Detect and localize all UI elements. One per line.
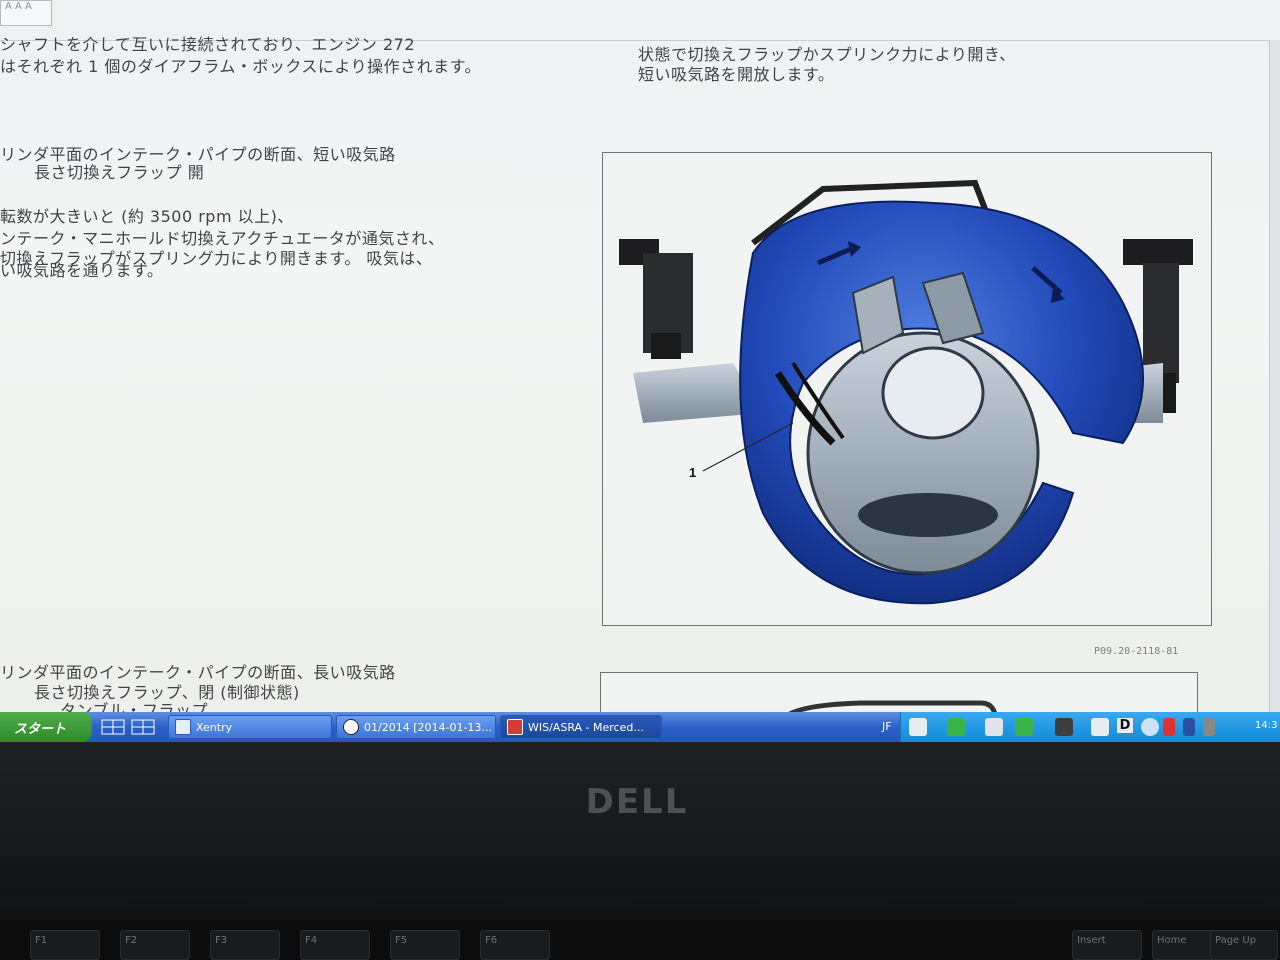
key-f4[interactable]: F4 (300, 930, 370, 960)
key-page-up[interactable]: Page Up (1210, 930, 1278, 960)
left-text-line: シャフトを介して互いに接続されており、エンジン 272 (0, 35, 416, 54)
right-text-line: 短い吸気路を開放します。 (638, 65, 835, 84)
alert-icon[interactable] (1163, 718, 1175, 736)
xentry-icon (175, 719, 191, 735)
security-icon[interactable] (1183, 718, 1195, 736)
taskbar-item-wis-asra[interactable]: WIS/ASRA - Merced... (500, 715, 662, 739)
paragraph-line: ンテーク・マニホールド切換えアクチュエータが通気され、 (0, 229, 445, 248)
task-label: WIS/ASRA - Merced... (528, 720, 644, 734)
key-f6[interactable]: F6 (480, 930, 550, 960)
grid-icon[interactable] (96, 717, 162, 737)
volume-icon[interactable] (1203, 718, 1215, 736)
laptop-screen: A A A シャフトを介して互いに接続されており、エンジン 272 はそれぞれ … (0, 0, 1280, 750)
section-heading: リンダ平面のインテーク・パイプの断面、長い吸気路 (0, 663, 396, 682)
taskbar: スタート Xentry 01/2014 [2014-01-13... WIS/A… (0, 712, 1280, 742)
system-tray: D 14:3 (900, 712, 1280, 742)
left-text-line: はそれぞれ 1 個のダイアフラム・ボックスにより操作されます。 (0, 57, 481, 76)
dell-logo: DELL (585, 782, 689, 822)
key-f1[interactable]: F1 (30, 930, 100, 960)
clock: 14:3 (1255, 720, 1278, 731)
language-indicator[interactable]: JF (882, 720, 892, 733)
tray-green-icon-2[interactable] (1015, 718, 1033, 736)
key-f5[interactable]: F5 (390, 930, 460, 960)
quick-launch (96, 717, 162, 737)
tray-app-icon[interactable] (909, 718, 927, 736)
vertical-scrollbar[interactable] (1269, 40, 1280, 720)
task-label: 01/2014 [2014-01-13... (364, 720, 492, 734)
intake-manifold-diagram: 1 (619, 179, 1193, 605)
tray-book-icon[interactable] (985, 718, 1003, 736)
taskbar-item-xentry[interactable]: Xentry (168, 715, 332, 739)
key-f2[interactable]: F2 (120, 930, 190, 960)
tray-green-icon[interactable] (947, 718, 965, 736)
key-insert[interactable]: Insert (1072, 930, 1142, 960)
mercedes-star-icon (343, 719, 359, 735)
figure-caption: P09.20-2118-81 (1094, 646, 1179, 657)
start-button[interactable]: スタート (0, 712, 92, 742)
network-icon[interactable] (1141, 718, 1159, 736)
tray-d-indicator[interactable]: D (1117, 718, 1133, 733)
figure-frame: 1 (602, 152, 1212, 626)
paragraph-line: い吸気路を通ります。 (0, 261, 164, 280)
toolbar-tab[interactable]: A A A (0, 0, 52, 26)
callout-label: 1 (689, 465, 696, 480)
task-label: Xentry (196, 720, 233, 734)
section-subheading: 長さ切換えフラップ 開 (34, 163, 205, 182)
key-f3[interactable]: F3 (210, 930, 280, 960)
tray-monitor-icon[interactable] (1055, 718, 1073, 736)
right-text-line: 状態で切換えフラップかスプリンク力により開き、 (638, 45, 1016, 64)
tray-box-icon[interactable] (1091, 718, 1109, 736)
taskbar-item-update[interactable]: 01/2014 [2014-01-13... (336, 715, 496, 739)
wis-app-icon (507, 719, 523, 735)
paragraph-line: 転数が大きいと (約 3500 rpm 以上)、 (0, 207, 294, 226)
